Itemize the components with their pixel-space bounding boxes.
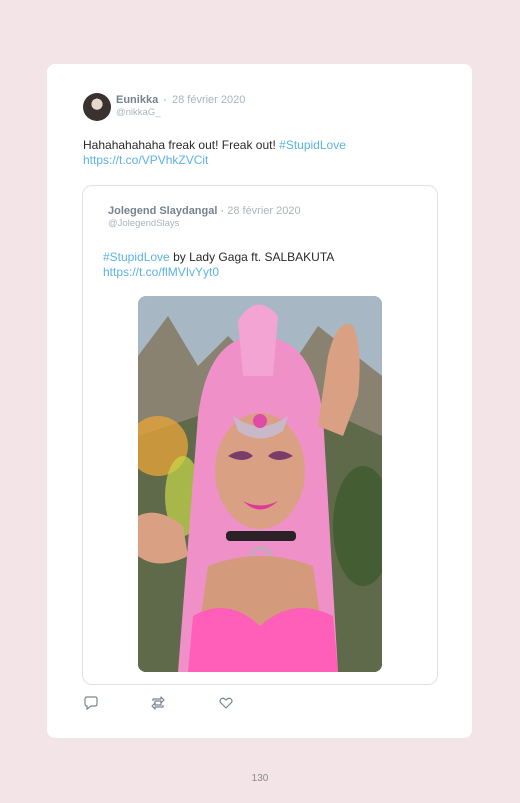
avatar[interactable] xyxy=(83,93,111,121)
reply-icon-glyph xyxy=(84,696,98,711)
separator: · xyxy=(163,94,167,106)
quoted-author-name[interactable]: Jolegend Slaydangal xyxy=(108,205,217,217)
tweet-url-link[interactable]: https://t.co/VPVhkZVCit xyxy=(83,153,208,167)
tweet-card: Eunikka · 28 février 2020 @nikkaG_ Hahah… xyxy=(47,64,472,738)
author-handle[interactable]: @nikkaG_ xyxy=(116,107,161,118)
reply-icon[interactable] xyxy=(83,695,99,711)
quoted-body: by Lady Gaga ft. SALBAKUTA xyxy=(169,250,335,264)
tweet-date[interactable]: 28 février 2020 xyxy=(172,94,245,106)
quoted-url-link[interactable]: https://t.co/flMVIvYyt0 xyxy=(103,265,219,279)
retweet-icon[interactable] xyxy=(150,695,166,711)
quoted-tweet[interactable]: Jolegend Slaydangal · 28 février 2020 @J… xyxy=(82,185,438,685)
author-name[interactable]: Eunikka xyxy=(116,94,158,106)
quoted-author-line: Jolegend Slaydangal · 28 février 2020 xyxy=(108,205,301,217)
quoted-hashtag-link[interactable]: #StupidLove xyxy=(103,250,170,264)
separator: · xyxy=(220,205,225,217)
tweet-actions xyxy=(83,695,263,711)
hashtag-link[interactable]: #StupidLove xyxy=(279,138,346,152)
photo-illustration xyxy=(138,296,382,672)
quoted-photo[interactable] xyxy=(138,296,382,672)
quoted-date[interactable]: 28 février 2020 xyxy=(227,205,300,217)
quoted-handle[interactable]: @JolegendSlays xyxy=(108,218,179,229)
like-icon[interactable] xyxy=(218,695,234,711)
tweet-text: Hahahahahaha freak out! Freak out! #Stup… xyxy=(83,138,443,168)
retweet-icon-glyph xyxy=(151,696,165,710)
tweet-author-line: Eunikka · 28 février 2020 xyxy=(116,94,245,106)
quoted-text: #StupidLove by Lady Gaga ft. SALBAKUTA h… xyxy=(103,250,423,280)
tweet-body: Hahahahahaha freak out! Freak out! xyxy=(83,138,280,152)
like-icon-glyph xyxy=(219,697,233,709)
page-number: 130 xyxy=(251,773,269,784)
